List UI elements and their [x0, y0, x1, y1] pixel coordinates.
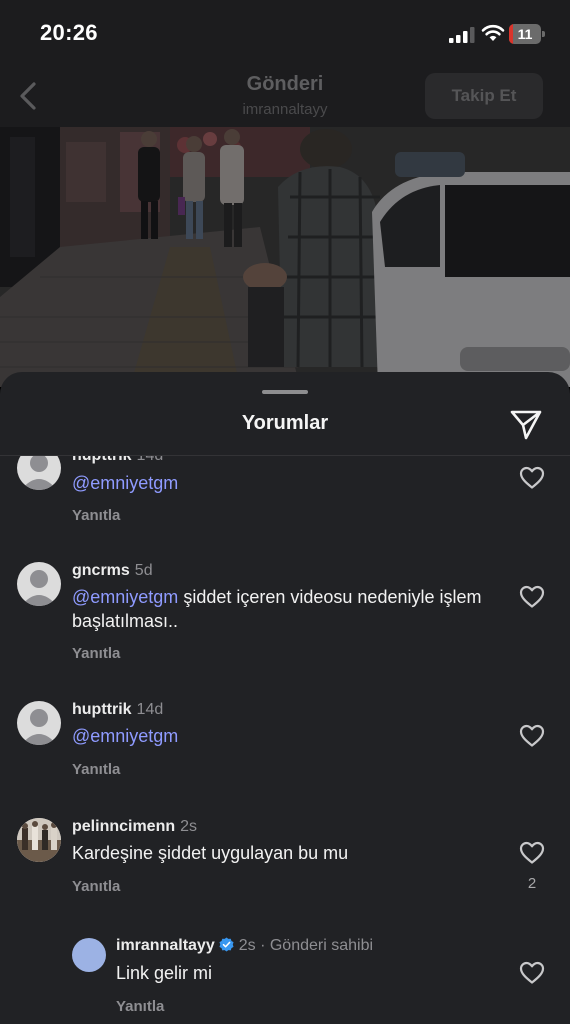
post-image [0, 127, 570, 387]
comment-username[interactable]: gncrms [72, 562, 130, 579]
mention-link[interactable]: @emniyetgm [72, 473, 178, 493]
comment-time: 2s [180, 818, 198, 835]
reply-separator: · [255, 937, 270, 954]
comment-user-line: hupttrik14d [72, 701, 163, 719]
reply-button[interactable]: Yanıtla [72, 507, 120, 524]
comment-text: Kardeşine şiddet uygulayan bu mu [72, 841, 492, 865]
battery-level: 11 [517, 26, 533, 42]
avatar[interactable] [72, 938, 106, 972]
like-button[interactable] [519, 841, 545, 865]
heart-icon [519, 466, 545, 489]
comment-list: hupttrik14d @emniyetgm Yanıtla gncrms5d … [0, 456, 570, 1024]
comment-username[interactable]: hupttrik [72, 456, 132, 464]
comment-text: @emniyetgm şiddet içeren videosu nedeniy… [72, 585, 492, 633]
heart-icon [519, 961, 545, 984]
like-button[interactable] [519, 724, 545, 748]
reply-button[interactable]: Yanıtla [72, 878, 120, 895]
avatar[interactable] [17, 456, 61, 490]
avatar[interactable] [17, 701, 61, 745]
like-count: 2 [527, 875, 537, 892]
comment-time: 5d [134, 562, 153, 579]
reply-user-line: imrannaltayy 2s · Gönderi sahibi [116, 937, 373, 955]
reply-time: 2s [238, 937, 256, 954]
post-owner-label: Gönderi sahibi [269, 937, 374, 954]
reply-button[interactable]: Yanıtla [72, 761, 120, 778]
default-avatar-icon [21, 456, 57, 490]
comments-title: Yorumlar [241, 412, 329, 434]
comment-user-line: hupttrik 14d [72, 456, 163, 465]
status-time: 20:26 [40, 20, 98, 45]
share-button[interactable] [508, 408, 544, 442]
street-scene-image [0, 127, 570, 387]
comment-user-line: pelinncimenn 2s [72, 818, 197, 836]
mention-link[interactable]: @emniyetgm [72, 587, 178, 607]
avatar[interactable] [17, 818, 61, 862]
battery-indicator: 11 [509, 24, 545, 44]
like-button[interactable] [519, 585, 545, 609]
comment-username[interactable]: pelinncimenn [72, 818, 175, 835]
avatar[interactable] [17, 562, 61, 606]
reply-button[interactable]: Yanıtla [72, 645, 120, 662]
default-avatar-icon [21, 570, 57, 606]
heart-icon [519, 585, 545, 608]
send-icon [510, 410, 542, 440]
comment-username[interactable]: hupttrik [72, 701, 132, 718]
status-bar: 20:26 11 [0, 0, 570, 60]
battery-cap [542, 31, 545, 37]
comment-body: Kardeşine şiddet uygulayan bu mu [72, 843, 349, 863]
comment-time: 14d [137, 456, 164, 464]
heart-icon [519, 724, 545, 747]
cellular-signal-icon [449, 27, 475, 43]
comment-time: 14d [136, 701, 164, 718]
reply-button[interactable]: Yanıtla [116, 998, 164, 1015]
comment-text: @emniyetgm [72, 471, 492, 495]
profile-photo-avatar [17, 818, 61, 862]
comment-user-line: gncrms 5d [72, 562, 153, 580]
like-button[interactable] [519, 466, 545, 490]
default-avatar-icon [21, 709, 57, 745]
wifi-icon [481, 24, 505, 41]
verified-badge-icon [219, 937, 234, 952]
comment-text: @emniyetgm [72, 724, 492, 748]
reply-text: Link gelir mi [116, 963, 213, 983]
mention-link[interactable]: @emniyetgm [72, 726, 178, 746]
reply-username[interactable]: imrannaltayy [116, 937, 215, 954]
drag-handle[interactable] [262, 390, 308, 394]
post-header: Gönderi imrannaltayy Takip Et [0, 60, 570, 127]
follow-button[interactable]: Takip Et [425, 73, 543, 119]
comments-sheet: Yorumlar hupttrik14d @emniyetgm Yanıtla [0, 372, 570, 1024]
like-button[interactable] [519, 961, 545, 985]
heart-icon [519, 841, 545, 864]
battery-body: 11 [509, 24, 541, 44]
